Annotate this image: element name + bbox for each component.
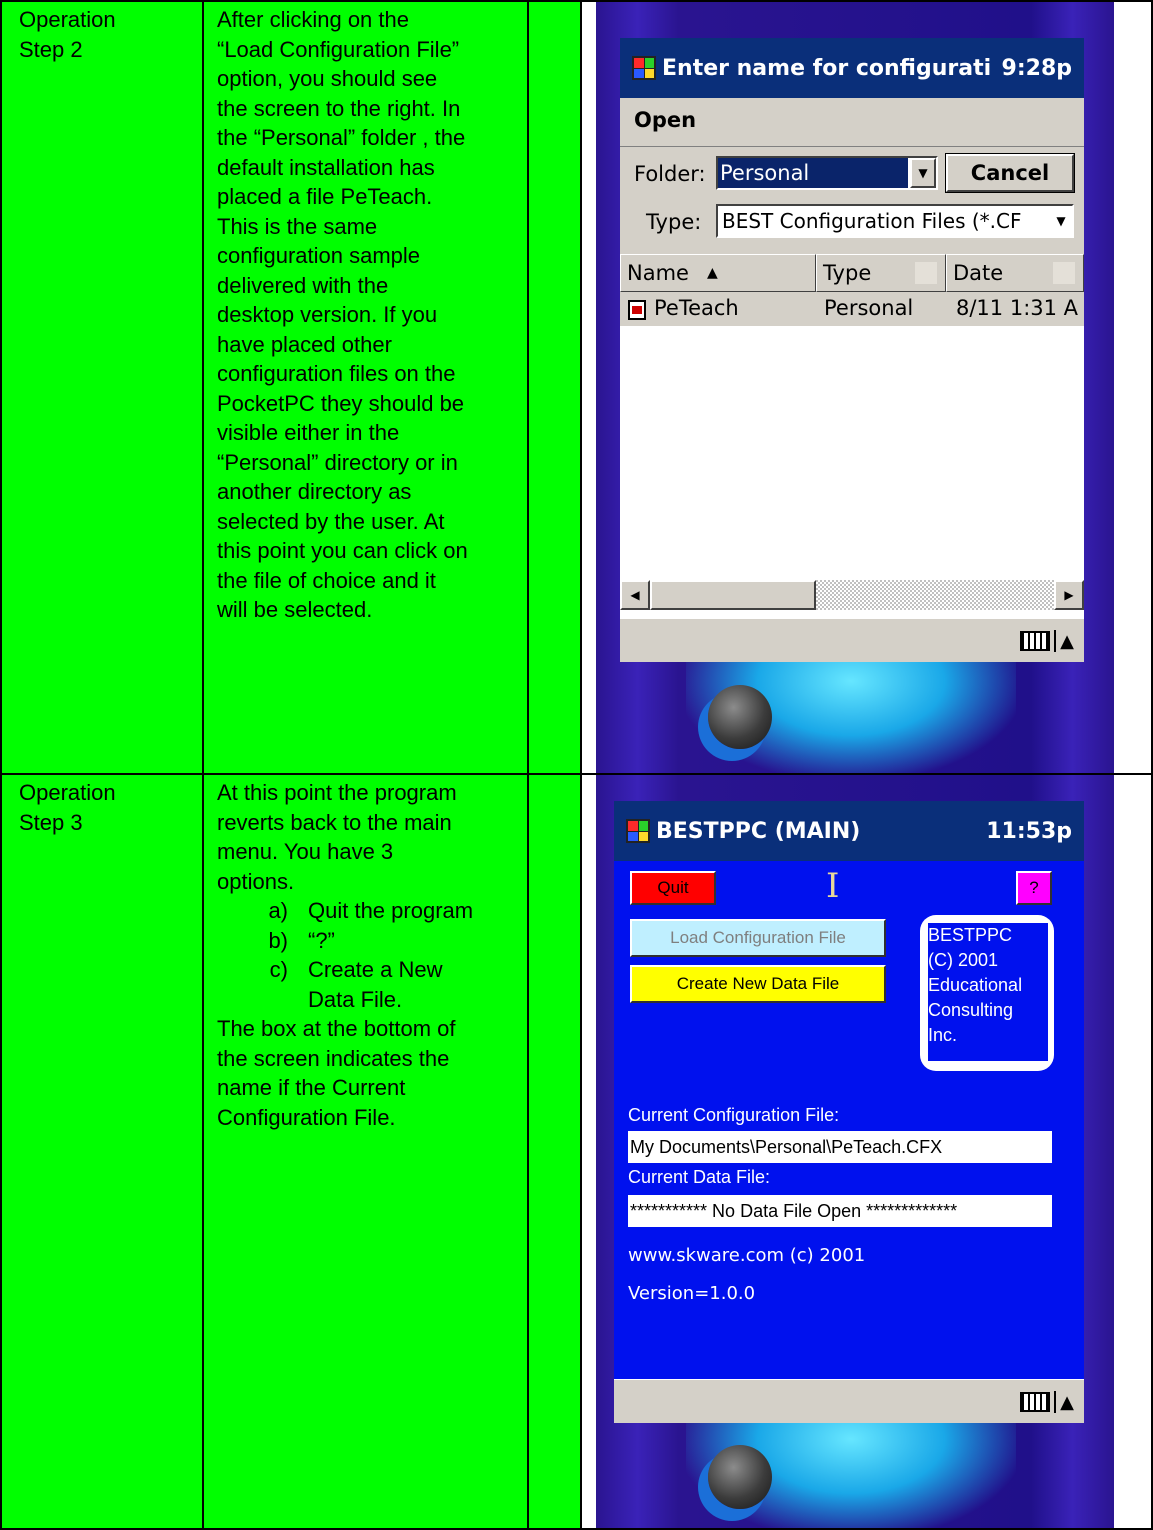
clock: 11:53p: [986, 818, 1072, 844]
dialog-body: Open Folder: Personal ▼ Cancel Type: BES…: [620, 98, 1084, 618]
table-divider: [580, 0, 582, 1530]
scroll-thumb[interactable]: [650, 580, 816, 610]
empty-cell-row1: [529, 2, 580, 773]
table-divider: [202, 0, 204, 1530]
config-file-label: Current Configuration File:: [628, 1105, 840, 1125]
load-configuration-button[interactable]: Load Configuration File: [630, 919, 886, 957]
data-file-label: Current Data File:: [628, 1167, 771, 1187]
keyboard-icon[interactable]: ▲: [1018, 628, 1074, 654]
column-header-date[interactable]: Date: [946, 254, 1084, 292]
file-date: 8/11 1:31 A: [956, 296, 1079, 320]
file-name: PeTeach: [654, 296, 739, 320]
windows-start-icon[interactable]: [626, 819, 650, 843]
main-titlebar: BESTPPC (MAIN) 11:53p: [614, 801, 1084, 861]
sort-ascending-icon: ▲: [706, 265, 718, 281]
file-type: Personal: [824, 296, 914, 320]
description-text-row2: At this point the program reverts back t…: [217, 778, 517, 1132]
main-body: Quit I ? Load Configuration File Create …: [614, 861, 1084, 1379]
chevron-down-icon[interactable]: ▼: [910, 158, 936, 188]
description-text-row1: After clicking on the “Load Configuratio…: [217, 7, 468, 622]
pocketpc-device-2: BESTPPC (MAIN) 11:53p Quit I ? Load Conf…: [596, 775, 1114, 1530]
file-dialog-screen: Enter name for configurati 9:28p Open Fo…: [620, 38, 1084, 662]
device-nav-button[interactable]: [708, 685, 772, 749]
about-box: BESTPPC (C) 2001 Educational Consulting …: [920, 915, 1054, 1071]
windows-start-icon[interactable]: [632, 56, 656, 80]
table-border-top: [0, 0, 1153, 2]
text-cursor-icon: I: [826, 866, 840, 906]
file-list: Name ▲ Type Date PeTeach Personal 8/11 1…: [620, 254, 1084, 618]
table-divider: [527, 0, 529, 1530]
create-data-file-button[interactable]: Create New Data File: [630, 965, 886, 1003]
quit-button[interactable]: Quit: [630, 871, 716, 905]
folder-dropdown[interactable]: Personal ▼: [716, 156, 938, 190]
sort-placeholder-icon: [1053, 262, 1075, 284]
file-row[interactable]: PeTeach Personal 8/11 1:31 A: [620, 292, 1084, 326]
list-item: b) “?”: [268, 927, 335, 953]
device-nav-button[interactable]: [708, 1445, 772, 1509]
command-bar: ▲: [614, 1379, 1084, 1423]
scroll-left-icon[interactable]: ◀: [620, 580, 650, 610]
document-icon: [628, 300, 646, 320]
empty-cell-row2: [529, 775, 580, 1530]
list-item: Data File.: [308, 986, 403, 1012]
sort-placeholder-icon: [915, 262, 937, 284]
dialog-titlebar: Enter name for configurati 9:28p: [620, 38, 1084, 98]
help-button[interactable]: ?: [1016, 871, 1052, 905]
table-row-divider: [0, 773, 1153, 775]
keyboard-icon[interactable]: ▲: [1018, 1389, 1074, 1415]
cancel-button[interactable]: Cancel: [945, 153, 1075, 193]
list-item: a) Quit the program: [268, 898, 474, 923]
table-border-left: [0, 0, 2, 1530]
scroll-right-icon[interactable]: ▶: [1054, 580, 1084, 610]
step-cell-row2: [2, 775, 202, 1530]
data-file-field: *********** No Data File Open **********…: [628, 1195, 1052, 1227]
list-item: c) Create a New: [269, 957, 443, 982]
open-heading: Open: [634, 108, 697, 132]
type-value: BEST Configuration Files (*.CF: [722, 209, 1022, 233]
options-list: a) Quit the program b) “?” c) Create a New …: [217, 896, 517, 1014]
type-label: Type:: [646, 210, 702, 234]
horizontal-scrollbar[interactable]: ◀ ▶: [620, 580, 1084, 610]
step-label-row2: Operation Step 3: [19, 780, 116, 835]
website-text: www.skware.com (c) 2001: [628, 1245, 866, 1266]
folder-value: Personal: [718, 158, 908, 188]
step-label-row1: Operation Step 2: [19, 7, 116, 62]
folder-label: Folder:: [634, 162, 706, 186]
main-menu-screen: BESTPPC (MAIN) 11:53p Quit I ? Load Conf…: [614, 801, 1084, 1425]
command-bar: ▲: [620, 618, 1084, 662]
app-title: BESTPPC (MAIN): [656, 818, 861, 844]
version-text: Version=1.0.0: [628, 1283, 756, 1304]
clock: 9:28p: [1001, 55, 1072, 81]
pocketpc-device-1: Enter name for configurati 9:28p Open Fo…: [596, 2, 1114, 773]
step-cell-row1: [2, 2, 202, 773]
divider: [620, 146, 1084, 147]
config-file-field: My Documents\Personal\PeTeach.CFX: [628, 1131, 1052, 1163]
chevron-down-icon[interactable]: ▼: [1052, 206, 1070, 236]
column-header-name[interactable]: Name ▲: [620, 254, 816, 292]
column-header-type[interactable]: Type: [816, 254, 946, 292]
type-dropdown[interactable]: BEST Configuration Files (*.CF ▼: [716, 204, 1074, 238]
dialog-title: Enter name for configurati: [662, 55, 992, 81]
